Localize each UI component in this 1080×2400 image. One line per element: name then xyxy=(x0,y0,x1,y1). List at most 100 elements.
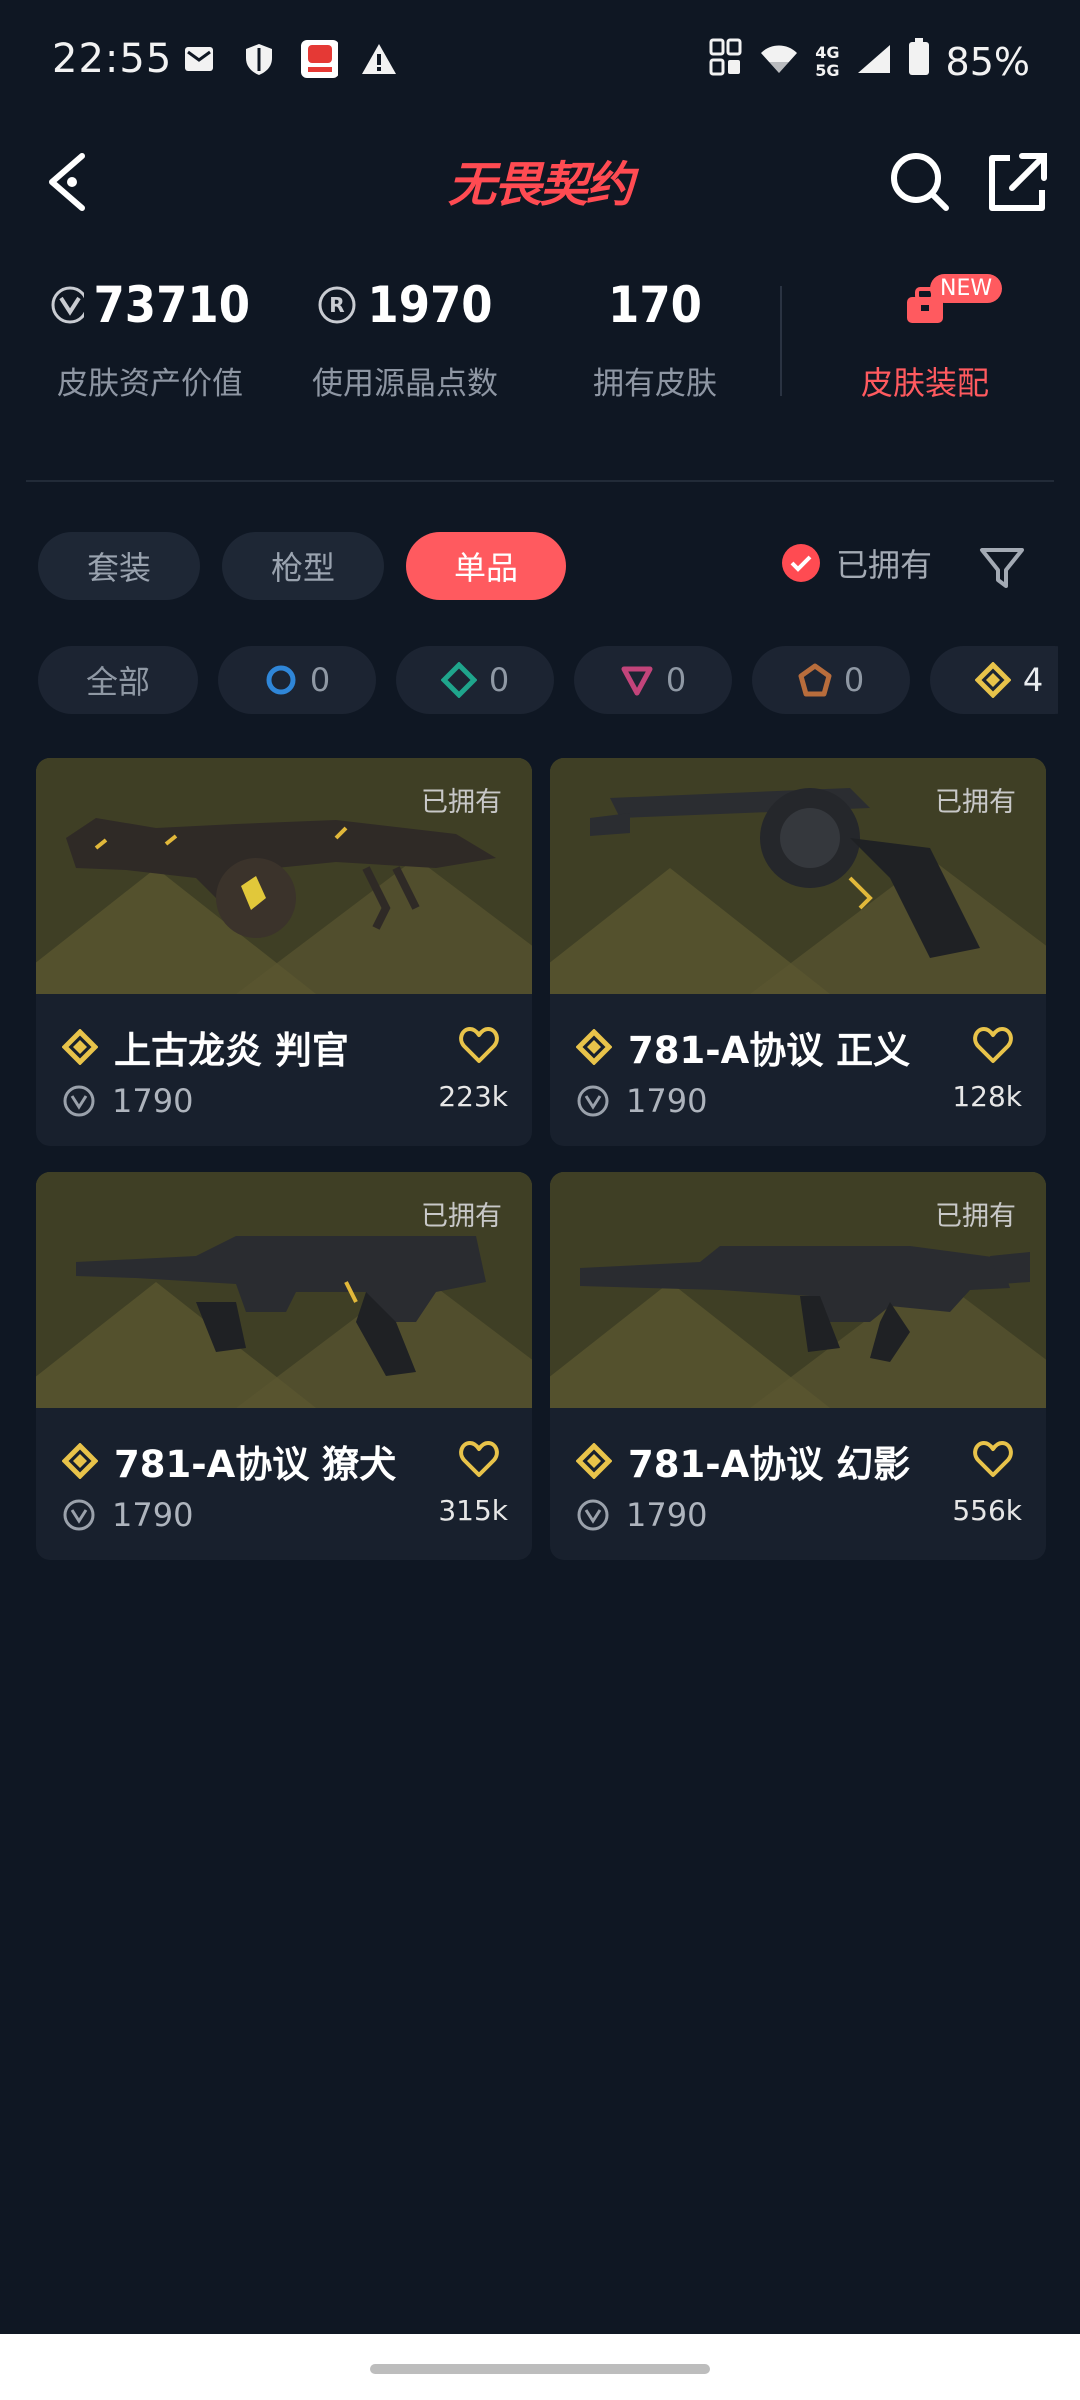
skin-name: 上古龙炎 判官 xyxy=(62,1020,349,1074)
radianite-icon: R xyxy=(318,286,356,324)
skin-card[interactable]: 已拥有 上古龙炎 判官 1790 223k xyxy=(36,758,532,1146)
ultra-tier-icon xyxy=(62,1029,98,1065)
heart-icon xyxy=(973,1441,1013,1477)
favorite-button[interactable] xyxy=(458,1024,500,1066)
search-button[interactable] xyxy=(884,146,954,216)
share-icon xyxy=(989,153,1047,211)
skin-price: 1790 xyxy=(576,1082,707,1120)
skin-loadout-label: 皮肤装配 xyxy=(860,364,989,402)
back-button[interactable] xyxy=(36,146,106,216)
tier-chip-deluxe[interactable]: 0 xyxy=(396,646,554,714)
favorite-button[interactable] xyxy=(972,1024,1014,1066)
tier-count: 4 xyxy=(1022,661,1044,699)
skin-loadout-button[interactable]: NEW 皮肤装配 xyxy=(830,270,1020,404)
owned-tag: 已拥有 xyxy=(421,1201,502,1232)
ultra-tier-icon xyxy=(62,1443,98,1479)
search-icon xyxy=(891,153,949,211)
skins-owned-label: 拥有皮肤 xyxy=(593,366,717,402)
tier-count: 0 xyxy=(309,661,331,699)
shield-icon xyxy=(240,40,278,78)
vp-icon xyxy=(577,1499,609,1531)
check-icon xyxy=(782,544,820,582)
tier-chip-ultra[interactable]: 4 xyxy=(930,646,1058,714)
category-tabs: 套装 枪型 单品 xyxy=(38,532,566,600)
skins-owned-stat: 170 拥有皮肤 xyxy=(560,270,750,403)
favorite-button[interactable] xyxy=(972,1438,1014,1480)
likes-count: 315k xyxy=(438,1494,508,1527)
notification-icons xyxy=(180,40,398,78)
owned-tag: 已拥有 xyxy=(421,787,502,818)
vp-icon xyxy=(577,1085,609,1117)
asset-value: 73710 xyxy=(93,276,251,334)
heart-icon xyxy=(459,1027,499,1063)
likes-count: 128k xyxy=(952,1080,1022,1113)
share-button[interactable] xyxy=(982,146,1052,216)
skin-price: 1790 xyxy=(62,1496,193,1534)
vp-icon xyxy=(63,1085,95,1117)
tier-count: 0 xyxy=(665,661,687,699)
radianite-value: 1970 xyxy=(367,276,493,334)
skin-price: 1790 xyxy=(576,1496,707,1534)
mail-icon xyxy=(180,40,218,78)
svg-text:R: R xyxy=(330,293,345,317)
skin-card[interactable]: 已拥有 781-A协议 幻影 1790 556k xyxy=(550,1172,1046,1560)
tier-chip-select[interactable]: 0 xyxy=(218,646,376,714)
owned-tag: 已拥有 xyxy=(935,1201,1016,1232)
tier-chip-all[interactable]: 全部 xyxy=(38,646,198,714)
heart-icon xyxy=(459,1441,499,1477)
section-divider xyxy=(26,480,1054,482)
skin-card[interactable]: 已拥有 781-A协议 正义 1790 128k xyxy=(550,758,1046,1146)
ultra-tier-icon xyxy=(974,662,1011,698)
likes-count: 556k xyxy=(952,1494,1022,1527)
skin-name: 781-A协议 正义 xyxy=(576,1020,910,1074)
asset-value-stat: 73710 皮肤资产价值 xyxy=(50,270,250,403)
status-time: 22:55 xyxy=(52,36,173,82)
skin-price: 1790 xyxy=(62,1082,193,1120)
app-logo: 无畏契约 xyxy=(447,157,634,213)
premium-tier-icon xyxy=(621,666,653,696)
tab-bundle[interactable]: 套装 xyxy=(38,532,200,600)
owned-tag: 已拥有 xyxy=(935,787,1016,818)
filter-button[interactable] xyxy=(978,544,1026,592)
owned-toggle[interactable]: 已拥有 xyxy=(782,540,932,586)
tier-count: 0 xyxy=(843,661,865,699)
ultra-tier-icon xyxy=(576,1029,612,1065)
owned-toggle-label: 已拥有 xyxy=(836,546,933,584)
wifi-icon xyxy=(759,40,799,84)
vp-icon xyxy=(63,1499,95,1531)
likes-count: 223k xyxy=(438,1080,508,1113)
skin-card[interactable]: 已拥有 781-A协议 獠犬 1790 315k xyxy=(36,1172,532,1560)
skin-name: 781-A协议 幻影 xyxy=(576,1434,910,1488)
new-badge: NEW xyxy=(930,274,1003,303)
battery-icon xyxy=(908,38,930,85)
radianite-stat: R 1970 使用源晶点数 xyxy=(300,270,510,403)
status-right: 4G 5G 85% xyxy=(709,38,1030,85)
stats-panel: 73710 皮肤资产价值 R 1970 使用源晶点数 170 拥有皮肤 NEW … xyxy=(0,270,1080,440)
ultra-tier-icon xyxy=(576,1443,612,1479)
nfc-icon xyxy=(709,38,743,85)
tab-weapon-type[interactable]: 枪型 xyxy=(222,532,384,600)
skin-name: 781-A协议 獠犬 xyxy=(62,1434,396,1488)
asset-value-label: 皮肤资产价值 xyxy=(57,366,243,402)
battery-percent: 85% xyxy=(945,39,1030,84)
app-header: 无畏契约 xyxy=(0,126,1080,236)
radianite-label: 使用源晶点数 xyxy=(312,366,498,402)
tier-count: 0 xyxy=(488,661,510,699)
skins-owned-value: 170 xyxy=(608,276,702,334)
warning-icon xyxy=(360,40,398,78)
network-type: 4G 5G xyxy=(815,42,840,80)
deluxe-tier-icon xyxy=(440,662,477,698)
status-bar: 22:55 4G 5G 85% xyxy=(0,0,1080,126)
vp-icon xyxy=(51,286,84,324)
heart-icon xyxy=(973,1027,1013,1063)
select-tier-icon xyxy=(266,665,296,695)
favorite-button[interactable] xyxy=(458,1438,500,1480)
home-indicator[interactable] xyxy=(370,2364,710,2374)
tier-chip-exclusive[interactable]: 0 xyxy=(752,646,910,714)
stats-divider xyxy=(780,286,782,396)
exclusive-tier-icon xyxy=(798,663,832,697)
app-notification-icon xyxy=(300,40,338,78)
tab-single-item[interactable]: 单品 xyxy=(406,532,566,600)
tier-filter-chips: 全部 0 0 0 0 4 xyxy=(38,646,1058,714)
tier-chip-premium[interactable]: 0 xyxy=(574,646,732,714)
